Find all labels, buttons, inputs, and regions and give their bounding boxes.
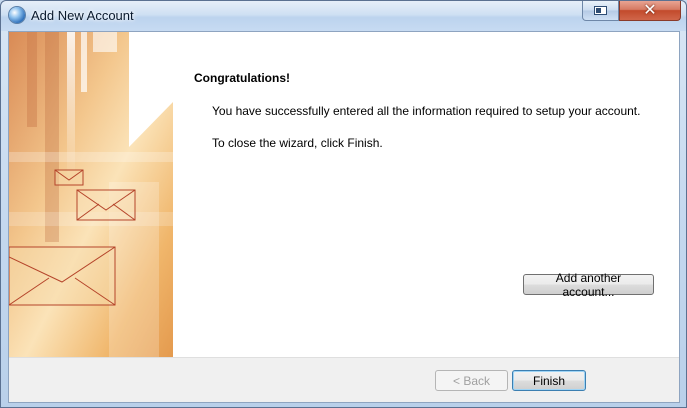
mail-envelopes-illustration <box>9 32 173 357</box>
outlook-app-icon <box>9 7 25 23</box>
close-instruction-message: To close the wizard, click Finish. <box>212 136 383 150</box>
wizard-content-panel: Congratulations! You have successfully e… <box>173 32 679 357</box>
window-title: Add New Account <box>31 8 134 23</box>
context-help-icon <box>594 6 607 15</box>
close-button[interactable]: ✕ <box>619 1 681 21</box>
envelope-medium-icon <box>76 189 136 221</box>
success-message: You have successfully entered all the in… <box>212 104 641 118</box>
context-help-button[interactable] <box>582 1 619 21</box>
wizard-client-area: Congratulations! You have successfully e… <box>8 31 680 403</box>
add-another-account-button[interactable]: Add another account... <box>523 271 654 299</box>
footer-divider <box>9 357 679 358</box>
title-bar[interactable]: Add New Account ✕ <box>1 1 686 31</box>
finish-button[interactable]: Finish <box>512 370 586 391</box>
add-new-account-window: Add New Account ✕ Congratulations! You h… <box>0 0 687 408</box>
envelope-large-icon <box>9 246 116 306</box>
envelope-small-icon <box>54 169 84 186</box>
congratulations-heading: Congratulations! <box>194 71 290 85</box>
close-icon: ✕ <box>643 1 657 19</box>
back-button[interactable]: < Back <box>435 370 508 391</box>
wizard-banner-image <box>9 32 173 357</box>
